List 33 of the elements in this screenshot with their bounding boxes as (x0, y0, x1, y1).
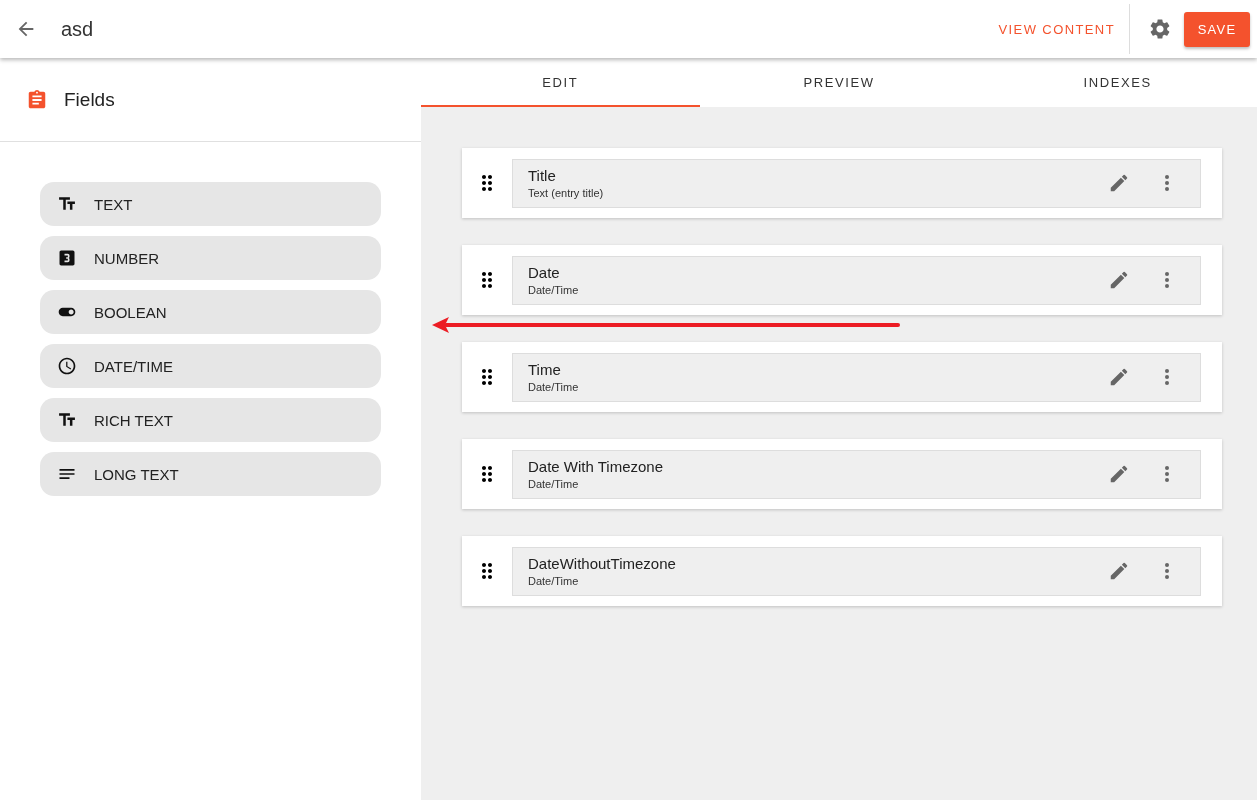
field-type: Date/Time (528, 381, 580, 393)
settings-icon (1148, 17, 1172, 41)
field-type: Date/Time (528, 284, 580, 296)
field-type: Text (entry title) (528, 187, 605, 199)
field-type-button[interactable]: BOOLEAN (40, 290, 381, 334)
pencil-icon (1108, 366, 1130, 388)
field-type-button[interactable]: NUMBER (40, 236, 381, 280)
pencil-icon (1108, 172, 1130, 194)
field-type-button[interactable]: TEXT (40, 182, 381, 226)
field-type: Date/Time (528, 575, 580, 587)
field-name: Date (528, 264, 561, 281)
field-name: DateWithoutTimezone (528, 555, 677, 572)
pencil-icon (1108, 463, 1130, 485)
field-type-button[interactable]: DATE/TIME (40, 344, 381, 388)
more-vertical-icon (1165, 466, 1169, 482)
more-vertical-icon (1165, 175, 1169, 191)
clipboard-icon (26, 88, 48, 111)
field-type-button[interactable]: LONG TEXT (40, 452, 381, 496)
more-vertical-icon (1165, 563, 1169, 579)
more-vertical-icon (1165, 369, 1169, 385)
field-type: Date/Time (528, 478, 580, 490)
view-content-link[interactable]: VIEW CONTENT (992, 13, 1121, 45)
field-name: Title (528, 167, 557, 184)
page-title: asd (61, 17, 94, 41)
sidebar-title: Fields (64, 88, 115, 111)
field-name: Date With Timezone (528, 458, 665, 475)
settings-button[interactable] (1148, 17, 1172, 41)
field-name: Time (528, 361, 562, 378)
more-vertical-icon (1165, 272, 1169, 288)
clock-icon (57, 355, 77, 377)
pencil-icon (1108, 560, 1130, 582)
pencil-icon (1108, 269, 1130, 291)
field-type-button[interactable]: RICH TEXT (40, 398, 381, 442)
